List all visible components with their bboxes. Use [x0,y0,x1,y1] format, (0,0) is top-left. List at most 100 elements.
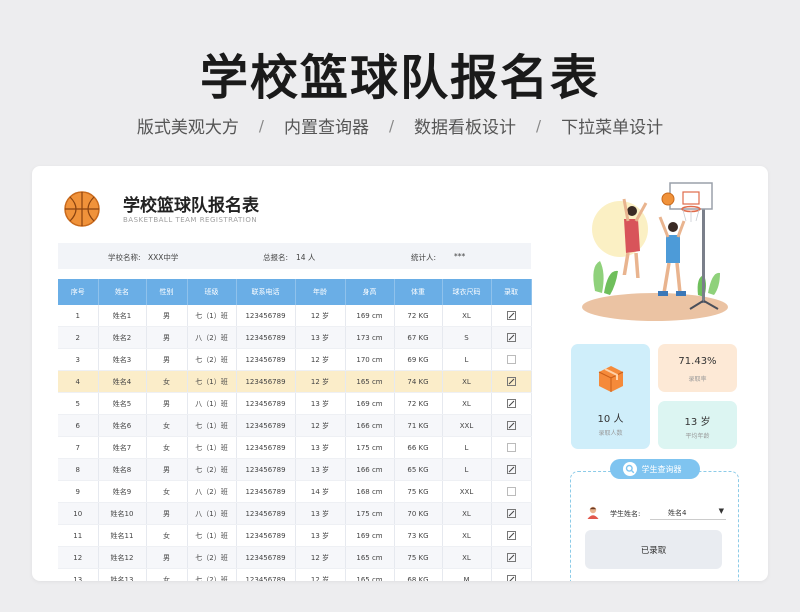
cell-phone: 123456789 [236,458,296,481]
cell-phone: 123456789 [236,370,296,393]
table-row: 10 姓名10 男八（1）班 123456789 13 岁 175 cm 70 KG XL [58,502,532,525]
cell-class: 七（1）班 [187,305,237,327]
cell-weight: 68 KG [394,568,443,581]
cell-name: 姓名4 [98,370,147,393]
cell-height: 166 cm [345,458,395,481]
cell-height: 169 cm [345,524,395,547]
admission-status: 已录取 [585,530,722,569]
cell-age: 12 岁 [295,414,346,437]
cell-name: 姓名1 [98,305,147,327]
stat-value[interactable]: *** [454,252,465,261]
col-header: 球衣尺码 [442,279,492,305]
cell-weight: 74 KG [394,370,443,393]
cell-size: XL [442,370,492,393]
admission-rate-value: 71.43% [678,356,717,367]
table-row: 7 姓名7 女七（1）班 123456789 13 岁 175 cm 66 KG L [58,436,532,459]
admitted-checkbox[interactable] [506,575,516,581]
admitted-checkbox[interactable] [506,443,516,452]
cell-no: 8 [58,458,99,481]
school-value[interactable]: XXX中学 [148,252,178,263]
admitted-checkbox[interactable] [506,311,516,320]
admitted-count-tile: 10 人 录取人数 [571,344,650,449]
cell-admitted [491,305,532,327]
cell-name: 姓名2 [98,326,147,349]
cell-gender: 女 [146,436,188,459]
admitted-checkbox[interactable] [506,421,516,430]
cell-height: 175 cm [345,436,395,459]
info-bar: 学校名称: XXX中学 总报名: 14 人 统计人: *** [58,243,531,269]
cell-no: 3 [58,348,99,371]
admitted-checkbox[interactable] [506,399,516,408]
search-icon [622,462,637,476]
table-row: 5 姓名5 男八（1）班 123456789 13 岁 169 cm 72 KG XL [58,392,532,415]
table-row: 2 姓名2 男八（2）班 123456789 13 岁 173 cm 67 KG S [58,326,532,349]
cell-no: 1 [58,305,99,327]
stat-label: 统计人: [411,253,437,262]
cell-phone: 123456789 [236,305,296,327]
cell-name: 姓名6 [98,414,147,437]
package-icon [598,366,624,392]
table-row: 4 姓名4 女七（1）班 123456789 12 岁 165 cm 74 KG XL [58,370,532,393]
school-label: 学校名称: [108,253,141,262]
cell-admitted [491,370,532,393]
registration-sheet: 学校篮球队报名表 BASKETBALL TEAM REGISTRATION 学校… [32,166,768,581]
cell-no: 9 [58,480,99,503]
cell-gender: 男 [146,502,188,525]
cell-admitted [491,480,532,503]
cell-age: 14 岁 [295,480,346,503]
cell-gender: 女 [146,414,188,437]
cell-gender: 男 [146,305,188,327]
student-name-row: 学生姓名: 姓名4 ▼ [586,505,726,521]
cell-no: 7 [58,436,99,459]
admitted-checkbox[interactable] [506,355,516,364]
student-name-select[interactable]: 姓名4 ▼ [650,505,726,520]
cell-weight: 67 KG [394,326,443,349]
admitted-checkbox[interactable] [506,377,516,386]
cell-size: M [442,568,492,581]
dropdown-arrow-icon[interactable]: ▼ [719,507,724,515]
feature-3: 数据看板设计 [414,118,517,138]
cell-phone: 123456789 [236,348,296,371]
cell-age: 13 岁 [295,326,346,349]
cell-phone: 123456789 [236,524,296,547]
basketball-players-illustration [582,182,728,321]
total-label: 总报名: [263,253,289,262]
cell-size: XL [442,546,492,569]
cell-no: 12 [58,546,99,569]
col-header: 班级 [187,279,237,305]
cell-weight: 70 KG [394,502,443,525]
col-header: 身高 [345,279,395,305]
cell-phone: 123456789 [236,436,296,459]
cell-no: 6 [58,414,99,437]
cell-class: 八（1）班 [187,392,237,415]
registration-table: 序号 姓名 性别 班级 联系电话 年龄 身高 体重 球衣尺码 录取 1 姓名1 男七… [58,279,532,581]
cell-admitted [491,568,532,581]
admitted-checkbox[interactable] [506,333,516,342]
cell-no: 5 [58,392,99,415]
admitted-checkbox[interactable] [506,553,516,562]
average-age-tile: 13 岁 平均年龄 [658,401,737,449]
cell-gender: 男 [146,392,188,415]
cell-class: 七（1）班 [187,414,237,437]
cell-phone: 123456789 [236,502,296,525]
table-row: 12 姓名12 男七（2）班 123456789 12 岁 165 cm 75 KG XL [58,546,532,569]
admitted-checkbox[interactable] [506,509,516,518]
cell-gender: 女 [146,568,188,581]
cell-size: S [442,326,492,349]
feature-4: 下拉菜单设计 [561,118,664,138]
cell-gender: 男 [146,326,188,349]
student-query-title: 学生查询器 [641,464,682,474]
cell-height: 169 cm [345,305,395,327]
cell-admitted [491,414,532,437]
cell-size: L [442,348,492,371]
cell-height: 166 cm [345,414,395,437]
cell-name: 姓名11 [98,524,147,547]
cell-name: 姓名10 [98,502,147,525]
admitted-checkbox[interactable] [506,487,516,496]
admitted-checkbox[interactable] [506,531,516,540]
cell-no: 13 [58,568,99,581]
admitted-checkbox[interactable] [506,465,516,474]
cell-name: 姓名13 [98,568,147,581]
cell-gender: 男 [146,546,188,569]
cell-age: 13 岁 [295,458,346,481]
